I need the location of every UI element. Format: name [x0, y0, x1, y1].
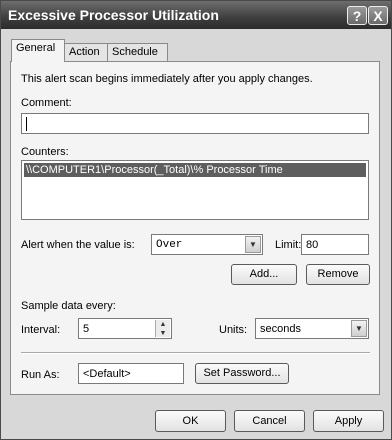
run-as-label: Run As: — [21, 369, 60, 381]
title-bar[interactable]: Excessive Processor Utilization ? X — [1, 1, 391, 29]
run-as-field[interactable] — [78, 363, 184, 384]
units-value: seconds — [260, 323, 301, 335]
tab-action[interactable]: Action — [64, 43, 108, 61]
add-button[interactable]: Add... — [231, 264, 297, 285]
counters-list[interactable]: \\COMPUTER1\Processor(_Total)\% Processo… — [21, 160, 369, 220]
info-text: This alert scan begins immediately after… — [21, 73, 313, 85]
spin-up-icon[interactable]: ▲ — [156, 320, 170, 329]
close-button[interactable]: X — [368, 6, 388, 25]
tab-general[interactable]: General — [11, 39, 65, 62]
limit-input[interactable] — [302, 235, 368, 254]
separator — [21, 352, 370, 354]
spin-buttons[interactable]: ▲ ▼ — [155, 320, 170, 337]
interval-spinner[interactable]: ▲ ▼ — [78, 318, 172, 339]
counter-item[interactable]: \\COMPUTER1\Processor(_Total)\% Processo… — [24, 163, 366, 177]
comment-input[interactable] — [22, 114, 368, 133]
tab-schedule[interactable]: Schedule — [107, 43, 168, 61]
limit-field[interactable] — [301, 234, 369, 255]
chevron-down-icon[interactable]: ▼ — [351, 320, 367, 337]
sample-data-label: Sample data every: — [21, 300, 116, 312]
set-password-button[interactable]: Set Password... — [195, 363, 289, 384]
units-label: Units: — [219, 324, 248, 336]
general-panel: This alert scan begins immediately after… — [10, 61, 380, 395]
help-button[interactable]: ? — [347, 6, 367, 25]
comment-field[interactable] — [21, 113, 369, 134]
cancel-button[interactable]: Cancel — [234, 410, 305, 432]
ok-button[interactable]: OK — [155, 410, 226, 432]
remove-button[interactable]: Remove — [306, 264, 370, 285]
run-as-input[interactable] — [79, 364, 183, 383]
interval-label: Interval: — [21, 324, 61, 336]
text-caret — [26, 117, 27, 131]
comment-label: Comment: — [21, 97, 72, 109]
window-title: Excessive Processor Utilization — [8, 7, 219, 23]
chevron-down-icon[interactable]: ▼ — [245, 236, 261, 253]
apply-button[interactable]: Apply — [313, 410, 384, 432]
alert-condition-select[interactable]: Over ▼ — [151, 234, 263, 255]
alert-condition-value: Over — [156, 239, 183, 251]
spin-down-icon[interactable]: ▼ — [156, 329, 170, 338]
limit-label: Limit: — [275, 239, 302, 251]
alert-when-label: Alert when the value is: — [21, 239, 135, 251]
counters-label: Counters: — [21, 146, 69, 158]
units-select[interactable]: seconds ▼ — [255, 318, 369, 339]
dialog-window: Excessive Processor Utilization ? X Gene… — [0, 0, 392, 440]
